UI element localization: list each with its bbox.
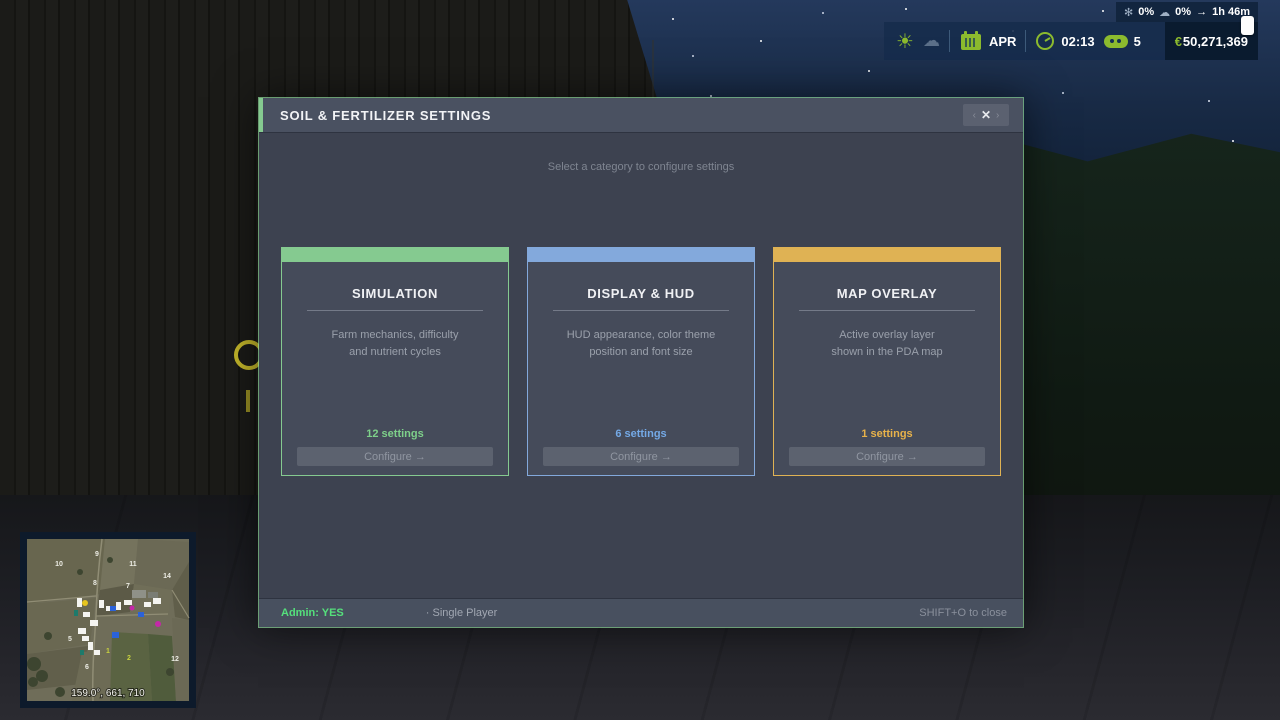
close-button[interactable]: ‹ ✕ › <box>963 104 1009 126</box>
time-display: 02:13 <box>1035 31 1094 51</box>
settings-count: 6 settings <box>615 428 666 440</box>
divider <box>307 310 483 311</box>
calendar-icon <box>959 30 983 52</box>
card-description-line: HUD appearance, color theme <box>567 327 716 344</box>
game-hud-bar: ☀ ☁ APR 02:13 5 € 50,271,369 <box>884 22 1258 60</box>
card-description-line: and nutrient cycles <box>332 344 459 361</box>
dialog-footer: Admin: YES · Single Player SHIFT+O to cl… <box>259 598 1023 627</box>
close-shortcut-hint: SHIFT+O to close <box>919 607 1007 619</box>
cloud-icon: ☁ <box>923 33 940 50</box>
category-card-display-hud[interactable]: DISPLAY & HUD HUD appearance, color them… <box>527 247 755 476</box>
category-card-simulation[interactable]: SIMULATION Farm mechanics, difficulty an… <box>281 247 509 476</box>
card-description-line: position and font size <box>567 344 716 361</box>
card-accent-bar <box>528 248 754 262</box>
field-number-label: 11 <box>129 561 137 568</box>
card-description: Farm mechanics, difficulty and nutrient … <box>332 327 459 361</box>
divider <box>553 310 729 311</box>
card-title: SIMULATION <box>352 286 438 301</box>
blue-marker <box>110 606 116 611</box>
yellow-marker <box>82 600 88 606</box>
card-description: Active overlay layer shown in the PDA ma… <box>831 327 942 361</box>
currency-symbol: € <box>1175 34 1182 49</box>
player-coordinates: 159.0°, 661, 710 <box>71 688 145 699</box>
minimap-canvas: 9 10 11 14 8 7 5 6 12 1 2 159.0°, 661, 7… <box>20 532 196 708</box>
field-number-label: 1 <box>106 648 110 655</box>
field-number-label: 10 <box>55 561 63 568</box>
divider <box>799 310 975 311</box>
admin-status: Admin: YES <box>281 607 344 619</box>
building-marker <box>132 590 146 598</box>
field-number-label: 9 <box>95 551 99 558</box>
card-description-line: shown in the PDA map <box>831 344 942 361</box>
configure-button-map-overlay[interactable]: Configure → <box>789 447 985 466</box>
wind-icon: ✻ <box>1124 6 1133 19</box>
time-value: 02:13 <box>1061 34 1094 49</box>
card-accent-bar <box>282 248 508 262</box>
dialog-title: SOIL & FERTILIZER SETTINGS <box>280 108 491 123</box>
close-hint-right: › <box>996 110 999 121</box>
time-scale-value: 5 <box>1134 34 1141 49</box>
configure-button-display-hud[interactable]: Configure → <box>543 447 739 466</box>
time-scale-display: 5 <box>1104 34 1141 49</box>
settings-count: 12 settings <box>366 428 423 440</box>
field-number-label: 5 <box>68 636 72 643</box>
weather-forecast-strip: ✻ 0% ☁ 0% → 1h 46m <box>1116 2 1258 22</box>
card-description-line: Farm mechanics, difficulty <box>332 327 459 344</box>
close-hint-left: ‹ <box>973 110 976 121</box>
magenta-marker <box>155 621 161 627</box>
game-mode-label: · Single Player <box>426 607 498 619</box>
arrow-icon: → <box>1196 6 1207 18</box>
divider <box>1025 30 1026 52</box>
dialog-body: Select a category to configure settings … <box>259 133 1023 598</box>
configure-button-simulation[interactable]: Configure → <box>297 447 493 466</box>
rain-percent: 0% <box>1175 6 1191 18</box>
marker-post <box>246 390 250 412</box>
card-description: HUD appearance, color theme position and… <box>567 327 716 361</box>
wind-percent: 0% <box>1138 6 1154 18</box>
soil-fertilizer-settings-dialog: SOIL & FERTILIZER SETTINGS ‹ ✕ › Select … <box>258 97 1024 628</box>
field-number-label: 2 <box>127 655 131 662</box>
sun-icon: ☀ <box>896 31 914 51</box>
field-number-label: 7 <box>126 583 130 590</box>
minimap: 9 10 11 14 8 7 5 6 12 1 2 159.0°, 661, 7… <box>20 532 196 708</box>
clock-icon <box>1035 31 1055 51</box>
mouse-cursor <box>1241 16 1254 35</box>
date-display: APR <box>959 30 1016 52</box>
settings-count: 1 settings <box>861 428 912 440</box>
close-icon: ✕ <box>981 108 991 122</box>
dialog-subtitle: Select a category to configure settings <box>259 161 1023 173</box>
card-title: MAP OVERLAY <box>837 286 938 301</box>
teal-marker <box>74 610 78 616</box>
rain-cloud-icon: ☁ <box>1159 6 1170 19</box>
divider <box>949 30 950 52</box>
money-amount: 50,271,369 <box>1183 34 1248 49</box>
card-title: DISPLAY & HUD <box>587 286 695 301</box>
dialog-header: SOIL & FERTILIZER SETTINGS ‹ ✕ › <box>259 98 1023 133</box>
card-description-line: Active overlay layer <box>831 327 942 344</box>
card-accent-bar <box>774 248 1000 262</box>
field-number-label: 8 <box>93 580 97 587</box>
time-scale-icon <box>1104 35 1128 48</box>
month-label: APR <box>989 34 1016 49</box>
field-number-label: 6 <box>85 664 89 671</box>
field-number-label: 14 <box>163 573 171 580</box>
field-number-label: 12 <box>171 656 179 663</box>
category-card-map-overlay[interactable]: MAP OVERLAY Active overlay layer shown i… <box>773 247 1001 476</box>
category-cards: SIMULATION Farm mechanics, difficulty an… <box>259 247 1023 476</box>
